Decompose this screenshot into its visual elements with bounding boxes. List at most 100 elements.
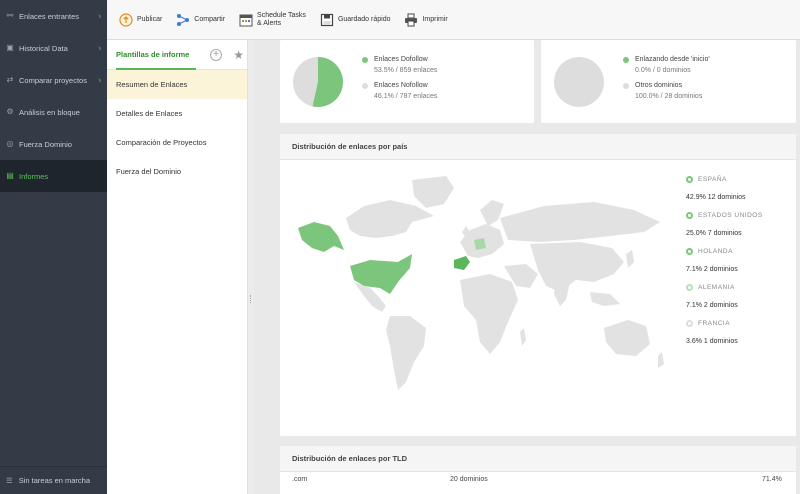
tld-name: .com [292, 476, 308, 483]
nav-item-informes[interactable]: ▤ Informes [0, 160, 107, 192]
star-icon[interactable]: ★ [233, 48, 244, 62]
map-africa [460, 274, 518, 354]
publish-button[interactable]: Publicar [119, 12, 163, 27]
legend-label: Enlaces Dofollow [374, 55, 428, 63]
tasks-icon: ☰ [6, 476, 13, 485]
template-item-detalles[interactable]: Detalles de Enlaces [107, 99, 247, 128]
templates-tab-underline [116, 68, 196, 70]
homepage-pie-chart [554, 56, 604, 107]
task-status-bar[interactable]: ☰ Sin tareas en marcha [0, 466, 107, 494]
map-alaska [298, 222, 344, 252]
save-icon [320, 13, 334, 27]
nav-item-fuerza-dominio[interactable]: ◎ Fuerza Dominio [0, 128, 107, 160]
chevron-right-icon: › [98, 75, 101, 85]
publish-icon [119, 12, 133, 27]
print-button[interactable]: Imprimir [404, 13, 448, 27]
map-madagascar [520, 328, 526, 346]
share-button[interactable]: Compartir [176, 13, 225, 27]
link-icon: ⚯ [6, 11, 14, 20]
nav-item-enlaces-entrantes[interactable]: ⚯ Enlaces entrantes › [0, 0, 107, 32]
legend-dot [623, 56, 629, 63]
printer-icon [404, 13, 418, 27]
history-icon: ▣ [6, 43, 14, 52]
country-value: 3.6% 1 dominios [686, 338, 738, 345]
tld-percent: 71.4% [762, 476, 782, 483]
share-label: Compartir [194, 16, 226, 23]
map-indonesia [590, 292, 620, 306]
dofollow-legend: Enlaces Dofollow 53.5% / 859 enlaces Enl… [362, 56, 437, 108]
publish-label: Publicar [137, 16, 163, 23]
report-content: Enlaces Dofollow 53.5% / 859 enlaces Enl… [254, 40, 800, 494]
legend-label: Enlazando desde 'inicio' [635, 55, 710, 63]
country-value: 7.1% 2 dominios [686, 302, 738, 309]
country-name: ALEMANIA [698, 284, 735, 291]
country-distribution-card: Distribución de enlaces por país ESPAÑA … [280, 134, 796, 436]
report-templates-panel: Plantillas de informe + ★ Resumen de Enl… [107, 40, 248, 494]
tld-distribution-title: Distribución de enlaces por TLD [280, 446, 796, 472]
legend-ring-icon [686, 320, 693, 327]
chevron-right-icon: › [98, 11, 101, 21]
schedule-label-line1: Schedule Tasks [257, 11, 306, 19]
map-germany [474, 238, 486, 250]
add-template-icon[interactable]: + [210, 49, 222, 61]
map-scandinavia [480, 200, 504, 226]
quick-save-button[interactable]: Guardado rápido [320, 13, 391, 27]
country-value: 25.0% 7 dominios [686, 230, 742, 237]
legend-ring-icon [686, 212, 693, 219]
sidebar-nav: ⚯ Enlaces entrantes › ▣ Historical Data … [0, 0, 107, 494]
legend-item-other-domains: Otros dominios 100.0% / 28 dominios [623, 82, 710, 100]
domain-strength-icon: ◎ [6, 139, 14, 148]
legend-ring-icon [686, 284, 693, 291]
tld-distribution-card: Distribución de enlaces por TLD .com 20 … [280, 446, 796, 494]
quick-save-label: Guardado rápido [337, 16, 391, 23]
nav-item-historical-data[interactable]: ▣ Historical Data › [0, 32, 107, 64]
template-item-comparacion[interactable]: Comparación de Proyectos [107, 128, 247, 157]
nav-item-comparar-proyectos[interactable]: ⇄ Comparar proyectos › [0, 64, 107, 96]
country-legend-item: HOLANDA 7.1% 2 dominios [686, 248, 763, 273]
bulk-analysis-icon: ⚙ [6, 107, 14, 116]
splitter-grip [250, 295, 252, 303]
map-south-america [386, 316, 426, 390]
legend-value: 100.0% / 28 dominios [635, 92, 703, 100]
map-new-zealand [658, 352, 664, 368]
legend-value: 53.5% / 859 enlaces [374, 66, 438, 74]
legend-value: 0.0% / 0 dominios [635, 66, 691, 74]
schedule-tasks-button[interactable]: Schedule Tasks & Alerts [239, 12, 306, 28]
template-item-resumen[interactable]: Resumen de Enlaces [107, 70, 247, 99]
legend-item-homepage: Enlazando desde 'inicio' 0.0% / 0 domini… [623, 56, 710, 74]
map-greenland [412, 176, 454, 208]
country-legend-item: ALEMANIA 7.1% 2 dominios [686, 284, 763, 309]
toolbar: Publicar Compartir Schedule Tasks & Aler… [107, 0, 800, 40]
nav-item-analisis-bloque[interactable]: ⚙ Análisis en bloque [0, 96, 107, 128]
map-russia [500, 202, 660, 242]
homepage-pie-card: Enlazando desde 'inicio' 0.0% / 0 domini… [541, 40, 796, 123]
pie-slice-other-domains [554, 56, 604, 107]
map-asia [530, 242, 624, 292]
country-name: ESPAÑA [698, 176, 727, 183]
country-value: 42.9% 12 dominios [686, 194, 746, 201]
print-label: Imprimir [422, 16, 448, 23]
legend-dot [362, 56, 368, 63]
map-canada [346, 200, 434, 238]
dofollow-pie-chart [293, 56, 344, 107]
template-item-fuerza[interactable]: Fuerza del Dominio [107, 157, 247, 186]
compare-icon: ⇄ [6, 75, 14, 84]
legend-label: Enlaces Nofollow [374, 81, 428, 89]
homepage-legend: Enlazando desde 'inicio' 0.0% / 0 domini… [623, 56, 710, 108]
legend-ring-icon [686, 248, 693, 255]
task-status-label: Sin tareas en marcha [18, 476, 91, 485]
nav-item-label: Informes [19, 171, 49, 181]
map-india [554, 280, 570, 306]
chevron-right-icon: › [98, 43, 101, 53]
templates-title: Plantillas de informe [116, 50, 190, 59]
nav-item-label: Historical Data [19, 43, 68, 53]
legend-dot [623, 82, 629, 89]
share-icon [176, 13, 190, 27]
reports-icon: ▤ [6, 171, 14, 180]
schedule-label-line2: & Alerts [257, 19, 282, 27]
dofollow-pie-card: Enlaces Dofollow 53.5% / 859 enlaces Enl… [280, 40, 534, 123]
tld-row: .com 20 dominios 71.4% [280, 476, 796, 483]
country-legend-item: ESPAÑA 42.9% 12 dominios [686, 176, 763, 201]
country-value: 7.1% 2 dominios [686, 266, 738, 273]
map-spain [454, 256, 470, 270]
